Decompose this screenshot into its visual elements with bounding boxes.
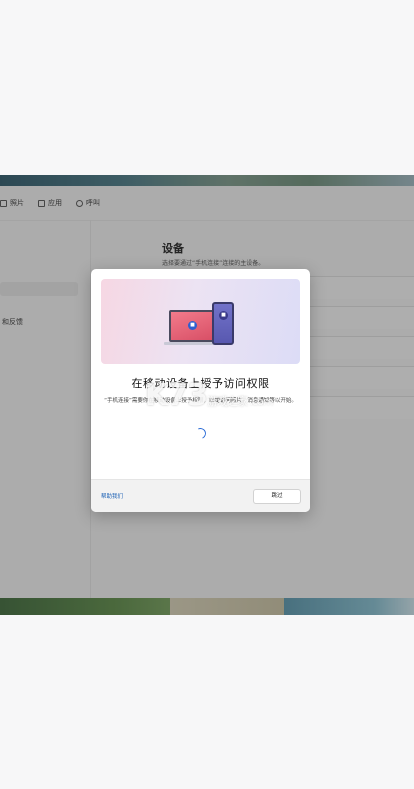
lock-icon: ■ — [219, 311, 228, 320]
dialog-footer: 帮助我们 跳过 — [91, 479, 310, 512]
site-watermark: K73游戏之家 .com — [145, 378, 275, 414]
help-link[interactable]: 帮助我们 — [101, 492, 123, 500]
skip-button[interactable]: 跳过 — [253, 489, 301, 504]
loading-spinner-icon — [193, 426, 208, 441]
dialog-illustration: ■ ■ — [101, 279, 300, 364]
watermark-subtext: 游戏之家 .com — [207, 395, 273, 408]
lock-icon: ■ — [188, 321, 197, 330]
phone-illustration — [212, 302, 234, 345]
watermark-logo: K73 — [145, 378, 208, 413]
